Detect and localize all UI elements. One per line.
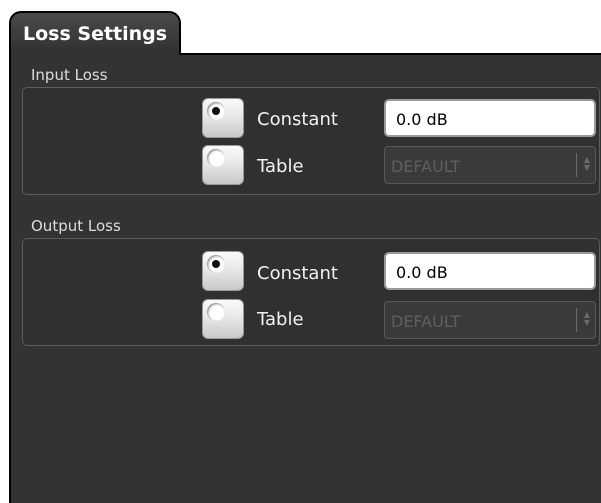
input-loss-group: Constant 0.0 dB Table DEFAULT ▲ ▼: [22, 87, 600, 195]
input-table-select[interactable]: DEFAULT ▲ ▼: [384, 146, 596, 184]
input-table-label: Table: [257, 156, 304, 177]
output-table-radio[interactable]: [202, 299, 244, 339]
tab-title: Loss Settings: [23, 23, 168, 45]
radio-selected-dot-icon: [212, 260, 220, 268]
loss-settings-panel: Input Loss Constant 0.0 dB Table DEFAULT…: [9, 53, 601, 503]
input-constant-radio[interactable]: [202, 98, 244, 138]
select-divider: [576, 153, 577, 177]
radio-ring-icon: [207, 303, 225, 321]
radio-ring-icon: [207, 102, 225, 120]
output-loss-group: Constant 0.0 dB Table DEFAULT ▲ ▼: [22, 238, 600, 346]
input-table-radio[interactable]: [202, 145, 244, 185]
spin-arrows-icon[interactable]: ▲ ▼: [584, 156, 590, 172]
select-divider: [576, 308, 577, 332]
output-table-label: Table: [257, 309, 304, 330]
input-table-select-value: DEFAULT: [391, 157, 461, 176]
output-loss-title: Output Loss: [31, 217, 121, 235]
radio-ring-icon: [207, 255, 225, 273]
output-constant-label: Constant: [257, 263, 338, 284]
radio-ring-icon: [207, 149, 225, 167]
tab-loss-settings[interactable]: Loss Settings: [9, 11, 181, 55]
output-constant-value-field[interactable]: 0.0 dB: [384, 252, 596, 290]
output-constant-radio[interactable]: [202, 251, 244, 291]
output-table-select[interactable]: DEFAULT ▲ ▼: [384, 301, 596, 339]
output-table-select-value: DEFAULT: [391, 312, 461, 331]
input-constant-label: Constant: [257, 109, 338, 130]
input-constant-value-field[interactable]: 0.0 dB: [384, 99, 596, 137]
input-loss-title: Input Loss: [31, 66, 108, 84]
radio-selected-dot-icon: [212, 107, 220, 115]
spin-arrows-icon[interactable]: ▲ ▼: [584, 311, 590, 327]
